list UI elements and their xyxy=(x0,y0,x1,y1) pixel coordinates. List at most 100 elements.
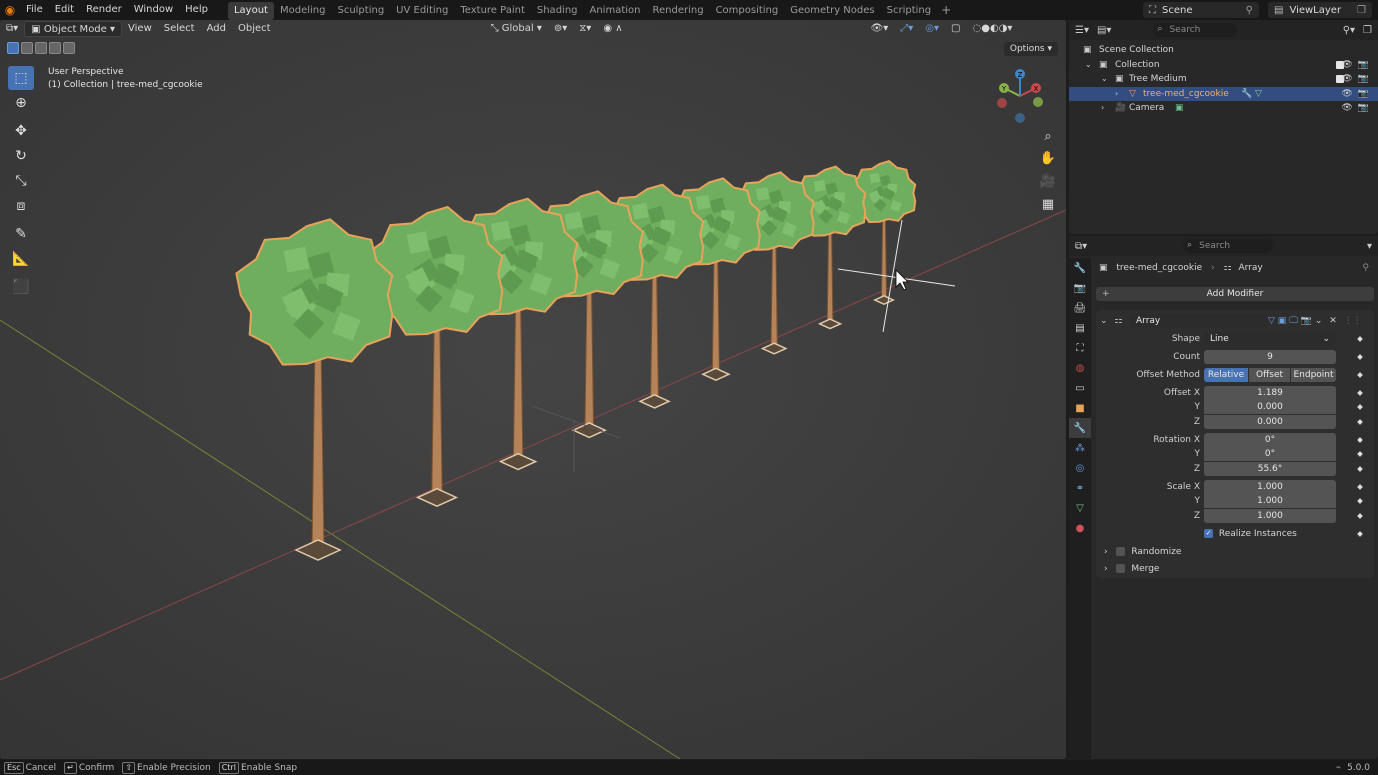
shape-dropdown[interactable]: Line ⌄ xyxy=(1204,332,1336,346)
select-extend-icon[interactable] xyxy=(21,42,33,54)
offset-x-field[interactable]: 1.189 xyxy=(1204,386,1336,400)
select-subtract-icon[interactable] xyxy=(35,42,47,54)
outliner-row-collection[interactable]: ⌄ ▣ Collection 👁📷 xyxy=(1069,58,1378,73)
zoom-icon[interactable]: ⌕ xyxy=(1038,126,1058,146)
chevron-right-icon[interactable]: › xyxy=(1101,101,1104,116)
tab-compositing[interactable]: Compositing xyxy=(710,2,785,20)
view-layer-selector[interactable]: ▤ ViewLayer ❐ xyxy=(1268,2,1372,18)
keyframe-dot[interactable] xyxy=(1357,437,1363,443)
render-tab-icon[interactable]: 📷 xyxy=(1069,278,1091,298)
outliner-row-tree-medium[interactable]: ⌄ ▣ Tree Medium 👁📷 xyxy=(1069,72,1378,87)
navigation-gizmo[interactable]: X Y Z xyxy=(990,66,1050,126)
rotation-z-field[interactable]: 55.6° xyxy=(1204,462,1336,476)
keyframe-dot[interactable] xyxy=(1357,498,1363,504)
realize-instances-row[interactable]: ✓ Realize Instances xyxy=(1204,527,1364,541)
close-icon[interactable]: ✕ xyxy=(1329,316,1337,326)
output-tab-icon[interactable]: 🖨 xyxy=(1069,298,1091,318)
select-invert-icon[interactable] xyxy=(49,42,61,54)
pan-hand-icon[interactable]: ✋ xyxy=(1038,148,1058,168)
keyframe-dot[interactable] xyxy=(1357,484,1363,490)
editor-type-icon[interactable]: ⧉▾ xyxy=(0,21,24,37)
properties-search-input[interactable]: Search xyxy=(1183,238,1274,253)
collection-tab-icon[interactable]: ▭ xyxy=(1069,378,1091,398)
tab-geometry-nodes[interactable]: Geometry Nodes xyxy=(784,2,880,20)
keyframe-dot[interactable] xyxy=(1357,390,1363,396)
scale-z-field[interactable]: 1.000 xyxy=(1204,509,1336,523)
visibility-icons[interactable]: 👁📷 xyxy=(1341,58,1374,73)
transform-orientation-dropdown[interactable]: ⤡ Global ▾ xyxy=(485,21,548,37)
viewport-toggle-icon[interactable]: 🖵 xyxy=(1289,316,1298,326)
offset-z-field[interactable]: 0.000 xyxy=(1204,415,1336,429)
keyframe-dot[interactable] xyxy=(1357,404,1363,410)
menu-edit[interactable]: Edit xyxy=(49,0,80,20)
outliner-editor-icon[interactable]: ☰▾ xyxy=(1075,25,1089,36)
rotation-x-field[interactable]: 0° xyxy=(1204,433,1336,447)
measure-icon[interactable]: 📐 xyxy=(8,247,34,271)
pin-icon[interactable]: ⚲ xyxy=(1246,5,1253,16)
snap-icon[interactable]: ⧖▾ xyxy=(573,21,597,37)
new-layer-icon[interactable]: ❐ xyxy=(1357,5,1366,16)
menu-window[interactable]: Window xyxy=(128,0,179,20)
randomize-checkbox[interactable] xyxy=(1116,547,1126,556)
collapse-chevron-icon[interactable]: ⌄ xyxy=(1100,316,1108,326)
tab-scripting[interactable]: Scripting xyxy=(881,2,937,20)
scene-canvas[interactable] xyxy=(0,20,1066,759)
add-cube-icon[interactable]: ⬛ xyxy=(8,275,34,299)
visibility-icons[interactable]: 👁📷 xyxy=(1341,87,1374,102)
visibility-icons[interactable]: 👁📷 xyxy=(1341,101,1374,116)
menu-view[interactable]: View xyxy=(122,21,158,37)
scale-icon[interactable]: ⤡ xyxy=(8,169,34,193)
menu-render[interactable]: Render xyxy=(80,0,128,20)
pivot-icon[interactable]: ⊚▾ xyxy=(548,21,573,37)
offset-method-endpoint[interactable]: Endpoint xyxy=(1291,368,1336,382)
menu-help[interactable]: Help xyxy=(179,0,214,20)
gizmo-toggle-icon[interactable]: ⤢▾ xyxy=(894,21,919,37)
chevron-down-icon[interactable]: ⌄ xyxy=(1085,58,1092,73)
randomize-subpanel[interactable]: › Randomize xyxy=(1104,545,1304,559)
annotate-icon[interactable]: ✎ xyxy=(8,222,34,246)
keyframe-dot[interactable] xyxy=(1357,419,1363,425)
render-toggle-icon[interactable]: 📷 xyxy=(1301,316,1312,326)
particles-tab-icon[interactable]: ⁂ xyxy=(1069,438,1091,458)
camera-view-icon[interactable]: 🎥 xyxy=(1038,171,1058,191)
keyframe-dot[interactable] xyxy=(1357,372,1363,378)
scene-selector[interactable]: ⛶ Scene ⚲ xyxy=(1143,2,1259,18)
on-cage-toggle-icon[interactable]: ▣ xyxy=(1278,316,1287,326)
outliner-row-scene-collection[interactable]: ▣ Scene Collection xyxy=(1069,43,1378,58)
material-tab-icon[interactable]: ● xyxy=(1069,518,1091,538)
properties-editor-icon[interactable]: ⧉▾ xyxy=(1075,241,1087,252)
pin-icon[interactable]: ⚲ xyxy=(1362,261,1369,275)
options-dropdown[interactable]: Options ▾ xyxy=(1003,42,1058,56)
merge-checkbox[interactable] xyxy=(1116,564,1126,573)
offset-method-offset[interactable]: Offset xyxy=(1249,368,1290,382)
shading-modes-icon[interactable]: ◌●◐◑▾ xyxy=(967,21,1019,37)
view-layer-tab-icon[interactable]: ▤ xyxy=(1069,318,1091,338)
data-tab-icon[interactable]: ▽ xyxy=(1069,498,1091,518)
chevron-right-icon[interactable]: › xyxy=(1115,87,1118,102)
drag-handle-icon[interactable]: ⋮⋮ xyxy=(1344,316,1362,326)
tab-rendering[interactable]: Rendering xyxy=(646,2,709,20)
keyframe-dot[interactable] xyxy=(1357,354,1363,360)
edit-mode-toggle-icon[interactable]: ▽ xyxy=(1268,316,1275,326)
xray-icon[interactable]: ▢ xyxy=(945,21,966,37)
realize-instances-checkbox[interactable]: ✓ xyxy=(1204,529,1213,538)
3d-viewport[interactable]: ⧉▾ ▣ Object Mode ▾ View Select Add Objec… xyxy=(0,20,1066,759)
constraints-tab-icon[interactable]: ⚭ xyxy=(1069,478,1091,498)
overlay-toggle-icon[interactable]: ◎▾ xyxy=(919,21,945,37)
new-collection-icon[interactable]: ❐ xyxy=(1363,25,1372,36)
modifier-tab-icon[interactable]: 🔧 xyxy=(1069,418,1091,438)
visibility-icons[interactable]: 👁📷 xyxy=(1341,72,1374,87)
tool-tab-icon[interactable]: 🔧 xyxy=(1069,258,1091,278)
transform-icon[interactable]: ⧈ xyxy=(8,194,34,218)
physics-tab-icon[interactable]: ◎ xyxy=(1069,458,1091,478)
offset-y-field[interactable]: 0.000 xyxy=(1204,400,1336,414)
keyframe-dot[interactable] xyxy=(1357,451,1363,457)
tab-animation[interactable]: Animation xyxy=(584,2,647,20)
outliner-row-tree-med-cgcookie[interactable]: › ▽ tree-med_cgcookie 🔧 ▽ 👁📷 xyxy=(1069,86,1378,102)
outliner-search-input[interactable]: Search xyxy=(1153,22,1238,37)
tab-uv-editing[interactable]: UV Editing xyxy=(390,2,454,20)
rotate-icon[interactable]: ↻ xyxy=(8,144,34,168)
menu-object[interactable]: Object xyxy=(232,21,277,37)
outliner-row-camera[interactable]: › 🎥 Camera ▣ 👁📷 xyxy=(1069,101,1378,116)
menu-add[interactable]: Add xyxy=(201,21,232,37)
